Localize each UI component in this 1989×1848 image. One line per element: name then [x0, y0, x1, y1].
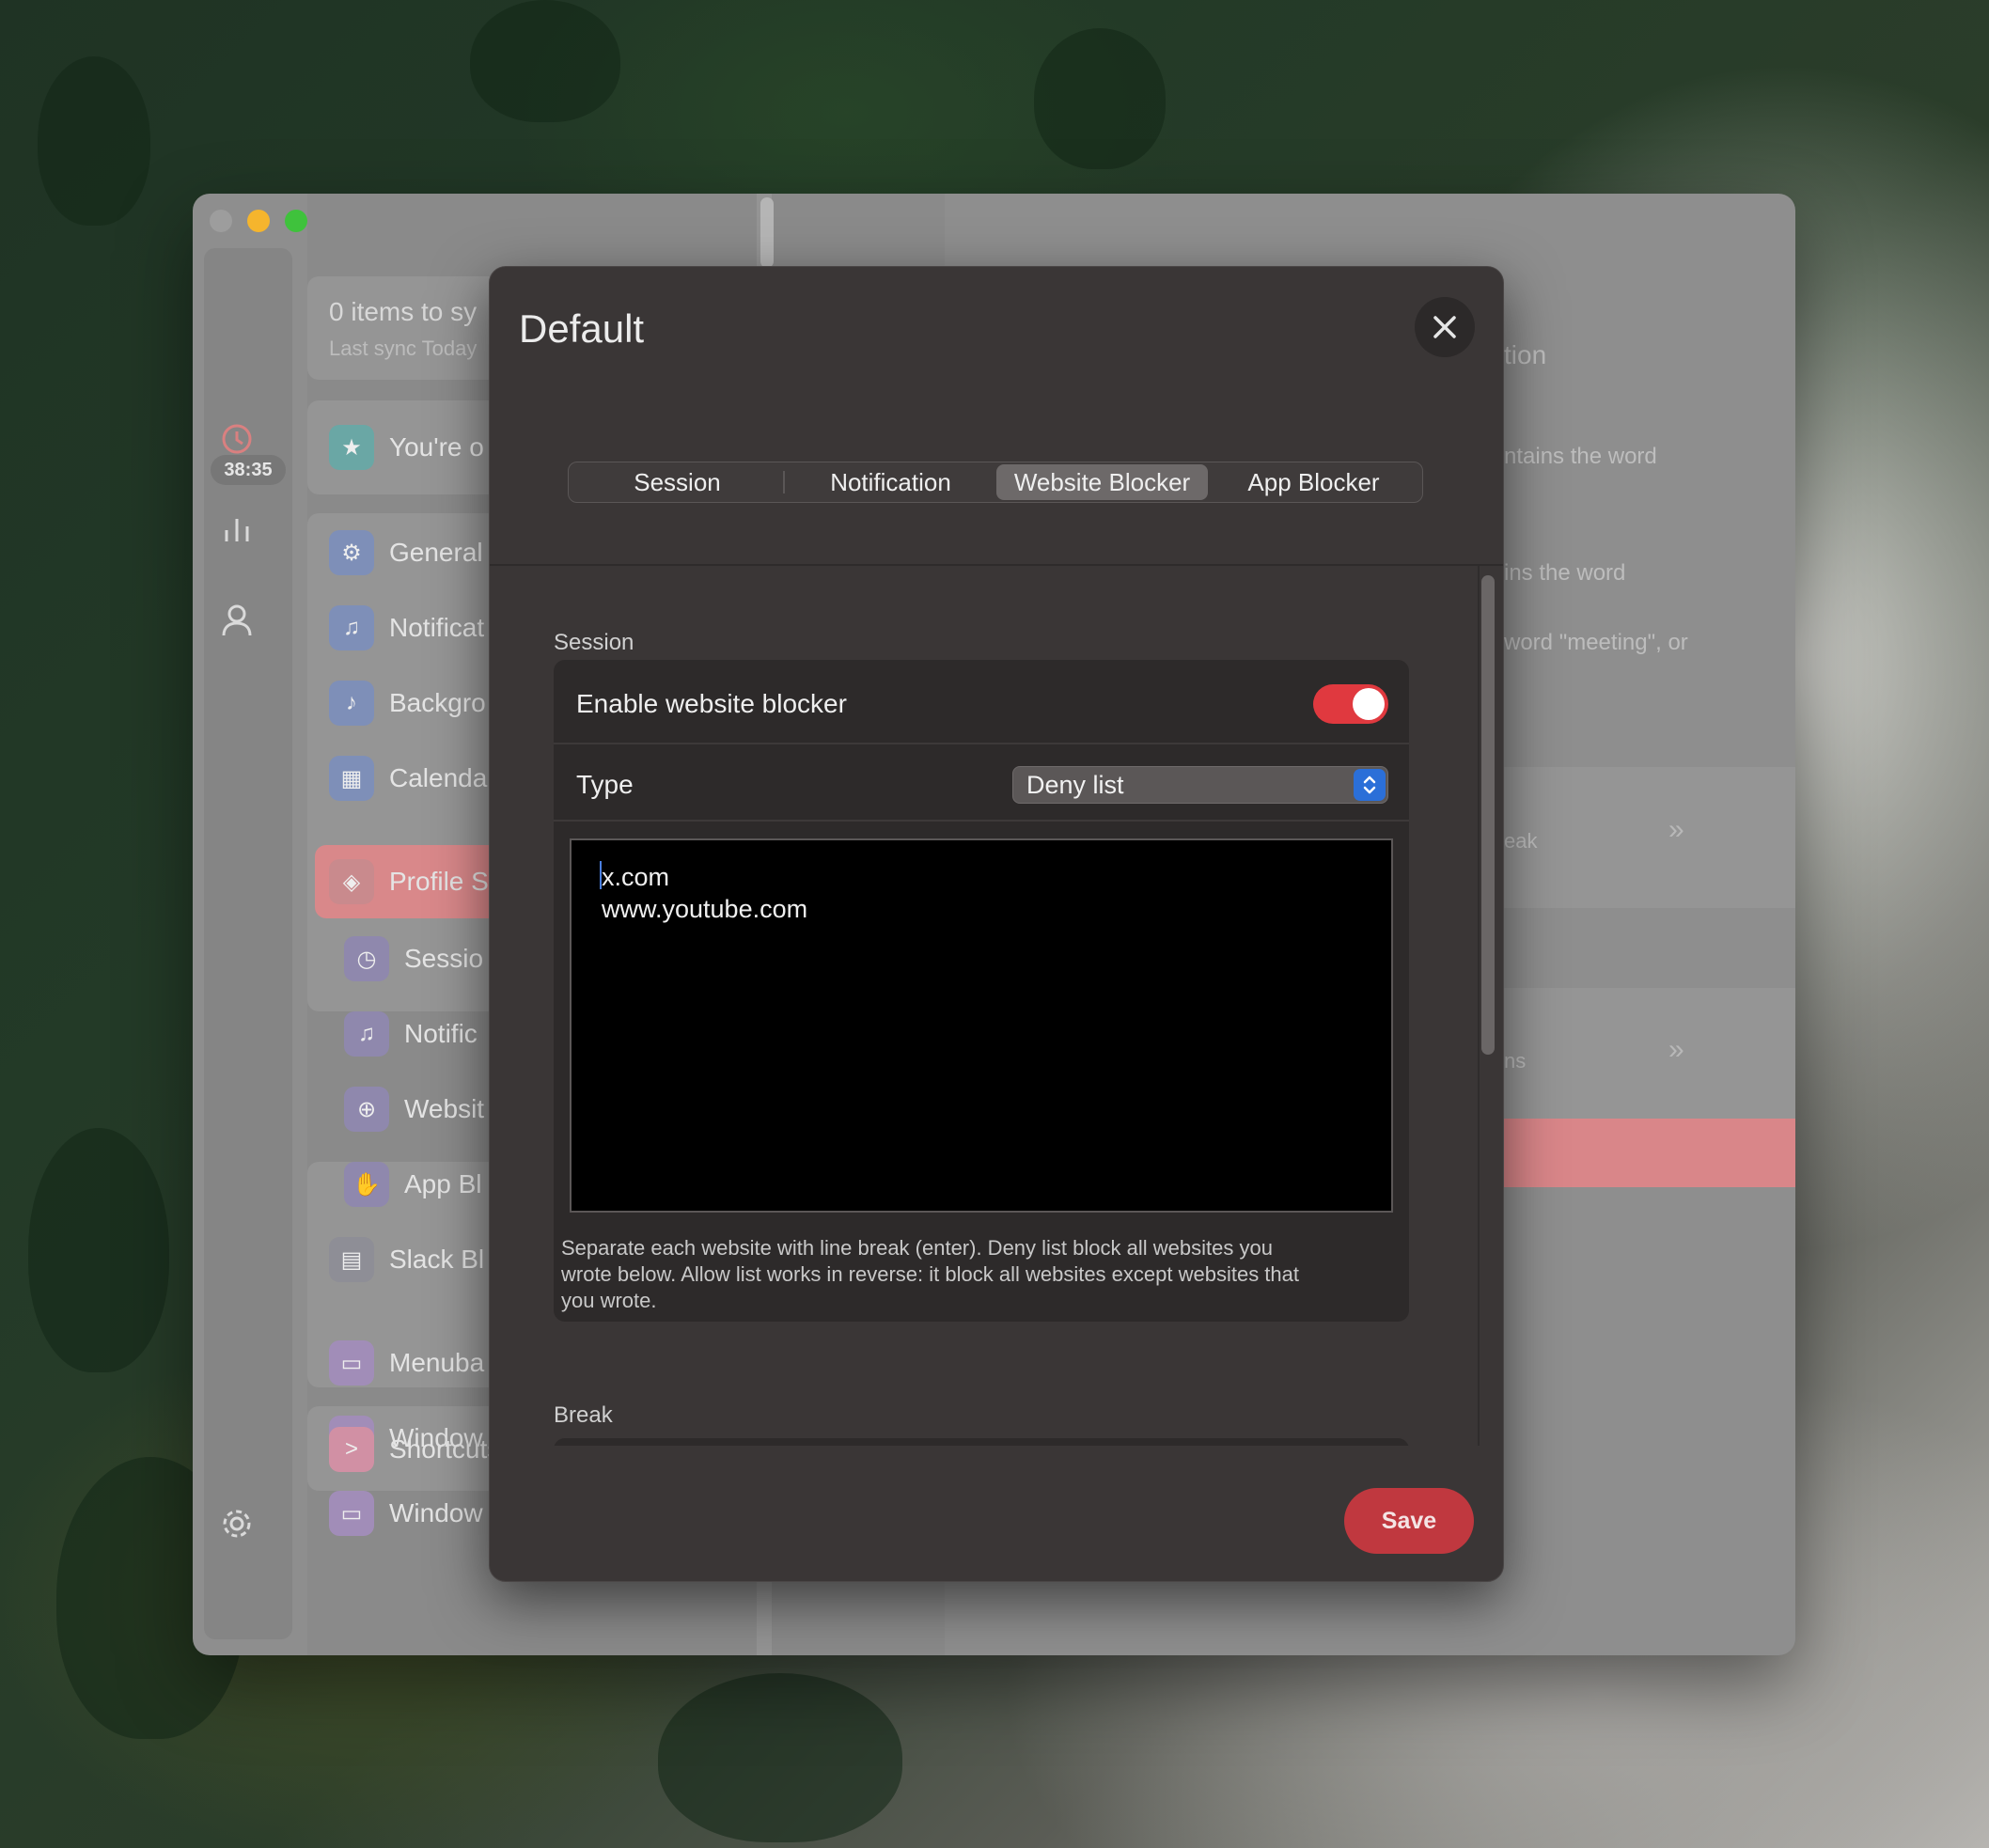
sidebar-item-shortcuts[interactable]: > Shortcuts	[329, 1421, 500, 1478]
close-icon	[1433, 316, 1456, 338]
sidebar-item-label: Notificat	[389, 613, 485, 642]
right-text-3: word "meeting", or	[1504, 630, 1688, 655]
double-chevron-icon: »	[1668, 1034, 1684, 1065]
clock-icon: ◷	[344, 936, 389, 981]
sidebar-item-label: Notific	[404, 1019, 478, 1048]
right-heading: tion	[1504, 340, 1547, 369]
chat-icon: ▤	[329, 1237, 374, 1282]
break-section-label: Break	[554, 1402, 613, 1428]
bell-icon: ♫	[329, 605, 374, 650]
sidebar-item-label: Calenda	[389, 763, 488, 792]
text-caret	[600, 861, 602, 889]
sync-subtitle: Last sync Today	[329, 337, 478, 360]
sidebar-item-label: Profile S	[389, 867, 489, 896]
double-chevron-icon: »	[1668, 814, 1684, 845]
sidebar-item-pro[interactable]: ★ You're o	[329, 419, 484, 476]
scroll-track	[1478, 566, 1480, 1446]
timer-badge: 38:35	[211, 455, 286, 485]
actions-card-label: ns	[1504, 1049, 1527, 1073]
tab-session[interactable]: Session	[572, 464, 783, 500]
sidebar-item-window-2[interactable]: ▭ Window	[329, 1485, 483, 1542]
music-note-icon: ♪	[329, 681, 374, 726]
sidebar-item-notification[interactable]: ♫ Notificat	[329, 600, 484, 656]
sidebar-item-label: General	[389, 538, 483, 567]
sync-title: 0 items to sy	[329, 297, 478, 326]
gear-icon: ⚙	[329, 530, 374, 575]
layers-icon: ◈	[329, 859, 374, 904]
sidebar-item-label: Sessio	[404, 944, 484, 973]
toggle-knob	[1353, 688, 1385, 720]
timer-icon[interactable]	[193, 422, 281, 456]
website-list-textarea[interactable]: x.com www.youtube.com	[570, 838, 1393, 1213]
session-settings-group: Enable website blocker Type Deny list x.…	[554, 660, 1409, 1322]
right-text-2: ins the word	[1504, 560, 1626, 586]
sidebar-item-label: You're o	[389, 432, 484, 462]
window-zoom-button[interactable]	[285, 210, 307, 232]
right-text-1: ntains the word	[1504, 444, 1657, 469]
stats-icon[interactable]	[193, 513, 281, 545]
save-button[interactable]: Save	[1344, 1488, 1474, 1554]
hand-icon: ✋	[344, 1162, 389, 1207]
session-section-label: Session	[554, 630, 634, 655]
window-minimize-button[interactable]	[247, 210, 270, 232]
sidebar-item-app-blocker[interactable]: ✋ App Bl	[344, 1156, 482, 1213]
globe-icon: ⊕	[344, 1087, 389, 1132]
sidebar-item-label: Websit	[404, 1094, 485, 1123]
sidebar-scrollbar[interactable]	[760, 197, 774, 268]
website-list-hint: Separate each website with line break (e…	[561, 1236, 1299, 1312]
modal-scroll-area[interactable]: Session Enable website blocker Type Deny…	[490, 566, 1503, 1446]
star-icon: ★	[329, 425, 374, 470]
type-select[interactable]: Deny list	[1012, 766, 1388, 804]
row-separator	[554, 820, 1409, 822]
enable-website-blocker-toggle[interactable]	[1313, 684, 1388, 724]
tab-app-blocker[interactable]: App Blocker	[1208, 464, 1419, 500]
sidebar-item-label: Menuba	[389, 1348, 485, 1377]
sidebar-item-background[interactable]: ♪ Backgro	[329, 675, 486, 731]
window-close-button[interactable]	[210, 210, 232, 232]
select-arrows-icon	[1354, 769, 1386, 801]
tab-notification[interactable]: Notification	[785, 464, 996, 500]
sidebar-item-label: App Bl	[404, 1169, 482, 1198]
window-icon: ▭	[329, 1340, 374, 1386]
type-label: Type	[576, 770, 634, 799]
tab-bar: Session Notification Website Blocker App…	[568, 462, 1423, 503]
user-icon[interactable]	[193, 603, 281, 637]
row-separator	[554, 743, 1409, 744]
break-card-label: eak	[1504, 829, 1538, 853]
sidebar-item-menubar[interactable]: ▭ Menuba	[329, 1335, 484, 1391]
sidebar-item-label: Shortcuts	[389, 1434, 501, 1464]
tab-website-blocker[interactable]: Website Blocker	[996, 464, 1208, 500]
sidebar-item-website[interactable]: ⊕ Websit	[344, 1081, 484, 1137]
type-select-value: Deny list	[1026, 770, 1124, 799]
profile-modal: Default Session Notification Website Blo…	[489, 266, 1504, 1582]
sidebar-item-label: Slack Bl	[389, 1245, 485, 1274]
sidebar-item-calendar[interactable]: ▦ Calenda	[329, 750, 487, 807]
sidebar-item-general[interactable]: ⚙ General	[329, 525, 483, 581]
sidebar-item-profile-notification[interactable]: ♫ Notific	[344, 1006, 478, 1062]
sidebar-item-label: Backgro	[389, 688, 486, 717]
window-icon: ▭	[329, 1491, 374, 1536]
enable-label: Enable website blocker	[576, 689, 847, 718]
modal-scrollbar[interactable]	[1481, 575, 1495, 1055]
break-settings-group	[554, 1438, 1409, 1446]
sidebar-item-slack[interactable]: ▤ Slack Bl	[329, 1231, 484, 1288]
settings-gear-icon[interactable]	[193, 1506, 281, 1542]
bell-icon: ♫	[344, 1011, 389, 1057]
close-button[interactable]	[1415, 297, 1475, 357]
calendar-icon: ▦	[329, 756, 374, 801]
sidebar-item-session[interactable]: ◷ Sessio	[344, 931, 483, 987]
sidebar-item-label: Window	[389, 1498, 483, 1527]
modal-title: Default	[519, 306, 645, 351]
shortcut-chevron-icon: >	[329, 1427, 374, 1472]
enable-row: Enable website blocker	[554, 666, 1409, 743]
